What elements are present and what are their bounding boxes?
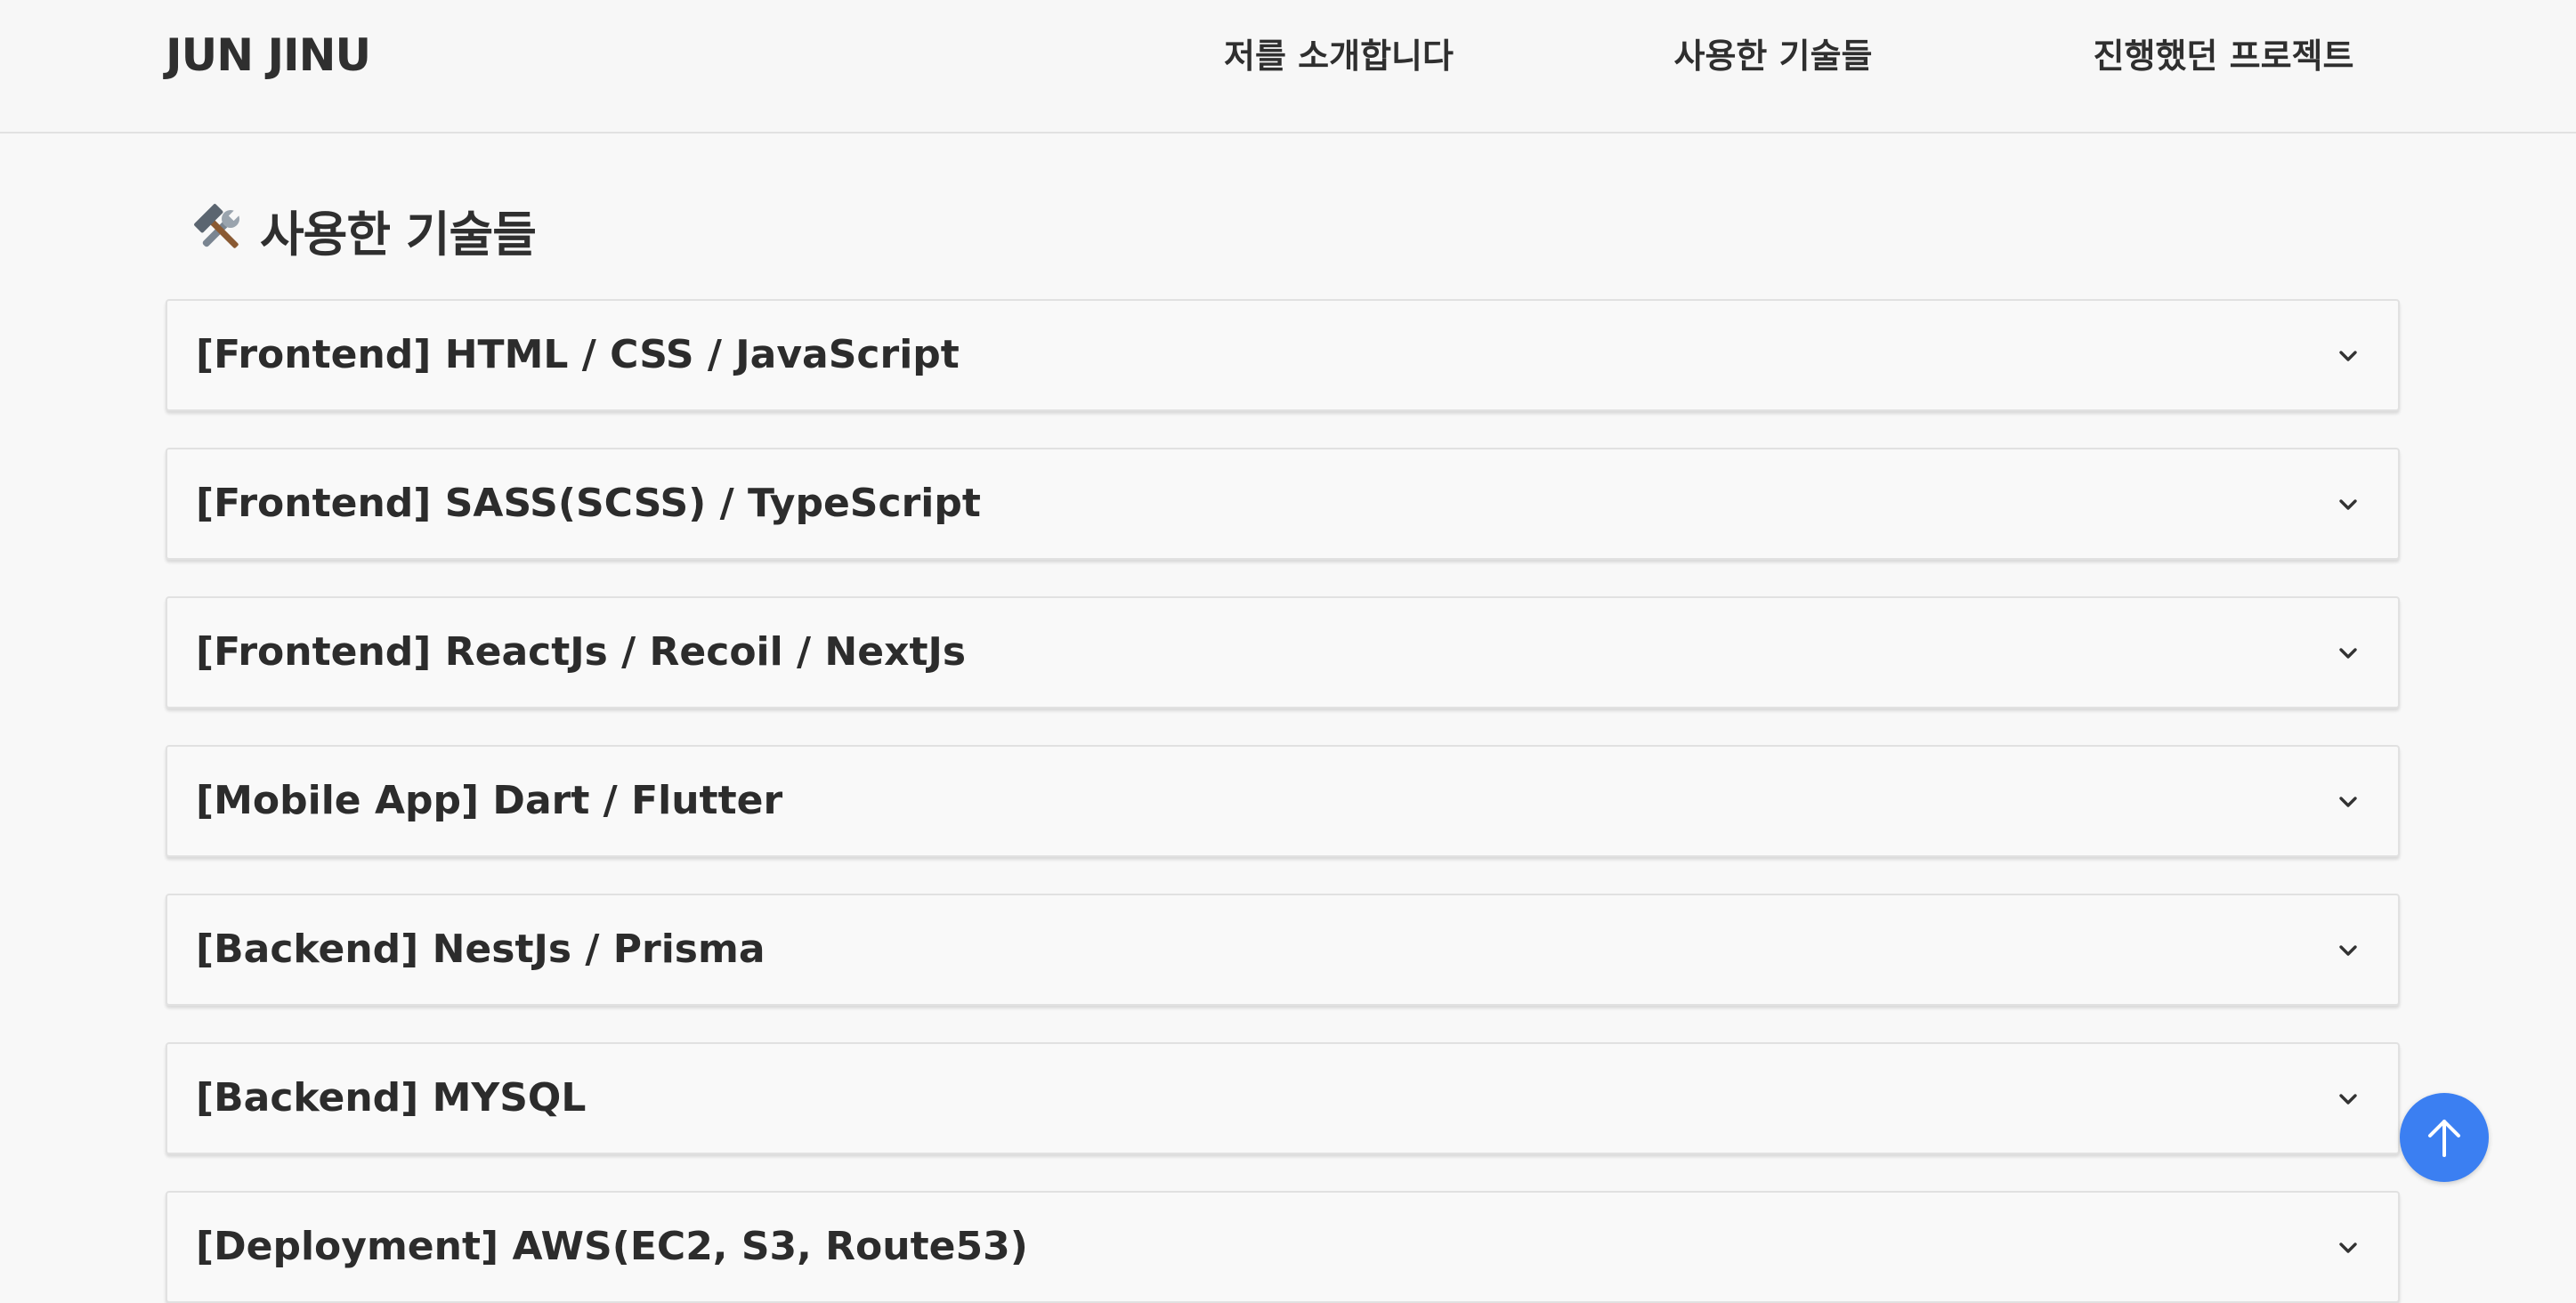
arrow-up-icon — [2428, 1120, 2460, 1157]
accordion-frontend-sass-typescript[interactable]: [Frontend] SASS(SCSS) / TypeScript — [166, 448, 2400, 560]
accordion-label: [Frontend] SASS(SCSS) / TypeScript — [196, 481, 981, 526]
chevron-down-icon — [2339, 945, 2357, 956]
site-logo[interactable]: JUN JINU — [166, 27, 371, 84]
nav-link-about[interactable]: 저를 소개합니다 — [1224, 32, 1454, 80]
accordion-label: [Mobile App] Dart / Flutter — [196, 778, 783, 823]
hammer-and-wrench-icon — [194, 204, 246, 255]
accordion-frontend-html-css-js[interactable]: [Frontend] HTML / CSS / JavaScript — [166, 299, 2400, 411]
accordion-backend-mysql[interactable]: [Backend] MYSQL — [166, 1042, 2400, 1154]
chevron-down-icon — [2339, 499, 2357, 510]
section-title: 사용한 기술들 — [260, 206, 537, 263]
accordion-label: [Frontend] HTML / CSS / JavaScript — [196, 332, 960, 377]
accordion-backend-nest-prisma[interactable]: [Backend] NestJs / Prisma — [166, 894, 2400, 1006]
chevron-down-icon — [2339, 797, 2357, 807]
accordion-label: [Deployment] AWS(EC2, S3, Route53) — [196, 1224, 1028, 1269]
chevron-down-icon — [2339, 351, 2357, 361]
scroll-to-top-button[interactable] — [2400, 1093, 2489, 1182]
nav-link-skills[interactable]: 사용한 기술들 — [1674, 32, 1873, 80]
chevron-down-icon — [2339, 1242, 2357, 1253]
top-navigation-bar: JUN JINU 저를 소개합니다 사용한 기술들 진행했던 프로젝트 — [0, 0, 2576, 134]
accordion-label: [Backend] MYSQL — [196, 1075, 587, 1121]
accordion-label: [Backend] NestJs / Prisma — [196, 927, 766, 972]
chevron-down-icon — [2339, 1094, 2357, 1105]
chevron-down-icon — [2339, 648, 2357, 659]
section-heading: 사용한 기술들 — [194, 198, 537, 263]
accordion-deployment-aws[interactable]: [Deployment] AWS(EC2, S3, Route53) — [166, 1191, 2400, 1303]
accordion-mobile-dart-flutter[interactable]: [Mobile App] Dart / Flutter — [166, 745, 2400, 857]
accordion-frontend-react-recoil-next[interactable]: [Frontend] ReactJs / Recoil / NextJs — [166, 596, 2400, 708]
nav-link-projects[interactable]: 진행했던 프로젝트 — [2094, 32, 2354, 80]
accordion-label: [Frontend] ReactJs / Recoil / NextJs — [196, 629, 967, 675]
